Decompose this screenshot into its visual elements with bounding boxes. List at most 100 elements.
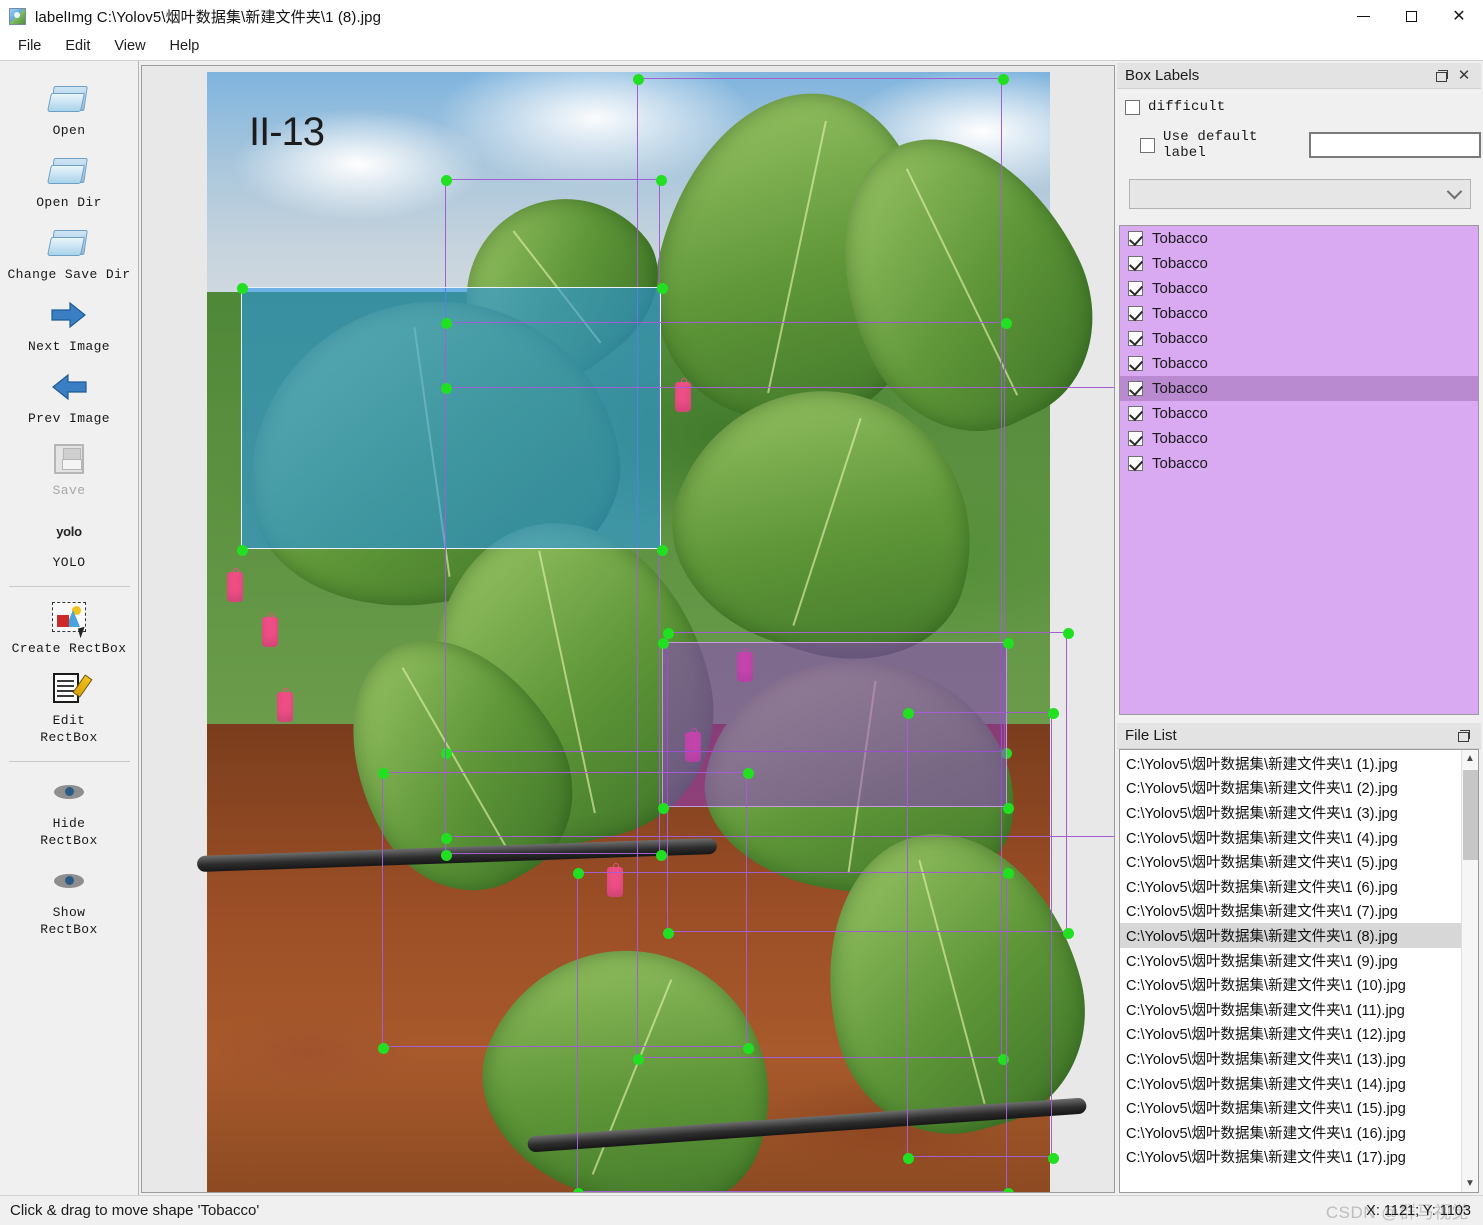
box-label-item[interactable]: Tobacco [1120,251,1478,276]
canvas-frame[interactable]: II-13 [141,65,1115,1193]
bounding-box-vertex[interactable] [1062,927,1074,939]
toolbar-save[interactable]: Save [0,435,138,507]
bounding-box-vertex[interactable] [655,174,667,186]
menu-file[interactable]: File [6,35,53,57]
file-list-float-button[interactable] [1453,725,1475,747]
bounding-box-vertex[interactable] [236,544,248,556]
file-list-item[interactable]: C:\Yolov5\烟叶数据集\新建文件夹\1 (11).jpg [1120,997,1461,1022]
box-label-item[interactable]: Tobacco [1120,226,1478,251]
bounding-box-vertex[interactable] [377,767,389,779]
file-list-item[interactable]: C:\Yolov5\烟叶数据集\新建文件夹\1 (13).jpg [1120,1046,1461,1071]
toolbar-change-save-dir[interactable]: Change Save Dir [0,219,138,291]
file-list-items[interactable]: C:\Yolov5\烟叶数据集\新建文件夹\1 (1).jpg C:\Yolov5… [1120,750,1461,1192]
difficult-checkbox-row[interactable]: difficult [1125,99,1481,115]
annotated-image[interactable]: II-13 [196,67,1114,1192]
bounding-box-vertex[interactable] [657,637,669,649]
box-label-checkbox[interactable] [1128,356,1143,371]
bounding-box-vertex[interactable] [1047,707,1059,719]
file-list-item[interactable]: C:\Yolov5\烟叶数据集\新建文件夹\1 (14).jpg [1120,1071,1461,1096]
box-labels-close-button[interactable]: ✕ [1453,65,1475,87]
box-label-checkbox[interactable] [1128,256,1143,271]
bounding-box-vertex[interactable] [1047,1152,1059,1164]
box-label-checkbox[interactable] [1128,456,1143,471]
bounding-box-vertex[interactable] [1062,627,1074,639]
bounding-box-vertex[interactable] [440,317,452,329]
box-label-item[interactable]: Tobacco [1120,351,1478,376]
toolbar-prev-image[interactable]: Prev Image [0,363,138,435]
bounding-box-vertex[interactable] [902,707,914,719]
toolbar-open-dir[interactable]: Open Dir [0,147,138,219]
close-button[interactable]: ✕ [1435,0,1483,32]
box-label-checkbox[interactable] [1128,306,1143,321]
file-list-item[interactable]: C:\Yolov5\烟叶数据集\新建文件夹\1 (2).jpg [1120,776,1461,801]
default-label-input[interactable] [1309,132,1481,158]
box-label-checkbox[interactable] [1128,406,1143,421]
file-list-item[interactable]: C:\Yolov5\烟叶数据集\新建文件夹\1 (10).jpg [1120,972,1461,997]
box-label-item[interactable]: Tobacco [1120,376,1478,401]
file-list-item[interactable]: C:\Yolov5\烟叶数据集\新建文件夹\1 (7).jpg [1120,899,1461,924]
bounding-box-vertex[interactable] [1002,637,1014,649]
box-label-item[interactable]: Tobacco [1120,276,1478,301]
box-label-item[interactable]: Tobacco [1120,326,1478,351]
box-label-item[interactable]: Tobacco [1120,451,1478,476]
menu-view[interactable]: View [102,35,157,57]
file-list-item[interactable]: C:\Yolov5\烟叶数据集\新建文件夹\1 (6).jpg [1120,874,1461,899]
difficult-checkbox[interactable] [1125,99,1140,115]
file-list-box[interactable]: C:\Yolov5\烟叶数据集\新建文件夹\1 (1).jpg C:\Yolov5… [1119,749,1479,1193]
chevron-down-icon[interactable]: ▼ [1462,1175,1479,1192]
toolbar-edit-rectbox[interactable]: Edit RectBox [0,665,138,754]
box-label-checkbox[interactable] [1128,231,1143,246]
bounding-box-vertex[interactable] [997,73,1009,85]
menu-edit[interactable]: Edit [53,35,102,57]
difficult-row[interactable]: difficult [1117,95,1481,115]
bounding-box-vertex[interactable] [440,382,452,394]
box-label-item[interactable]: Tobacco [1120,301,1478,326]
bounding-box-vertex[interactable] [1000,317,1012,329]
file-list-item[interactable]: C:\Yolov5\烟叶数据集\新建文件夹\1 (1).jpg [1120,751,1461,776]
file-list-item[interactable]: C:\Yolov5\烟叶数据集\新建文件夹\1 (15).jpg [1120,1095,1461,1120]
bounding-box-vertex[interactable] [742,767,754,779]
file-list-scrollbar[interactable]: ▲ ▼ [1461,750,1478,1192]
maximize-button[interactable] [1387,0,1435,32]
toolbar-next-image[interactable]: Next Image [0,291,138,363]
use-default-label-row[interactable]: Use default label [1117,115,1481,161]
use-default-label-checkbox[interactable] [1140,137,1155,153]
box-label-list[interactable]: Tobacco Tobacco Tobacco Tobacco Tobacco Tobac… [1119,225,1479,715]
chevron-up-icon[interactable]: ▲ [1462,750,1479,767]
canvas-area[interactable]: II-13 [139,61,1117,1195]
bounding-box[interactable] [902,707,1059,1164]
file-list-item[interactable]: C:\Yolov5\烟叶数据集\新建文件夹\1 (9).jpg [1120,948,1461,973]
box-label-item[interactable]: Tobacco [1120,401,1478,426]
bounding-box-vertex[interactable] [902,1152,914,1164]
box-label-checkbox[interactable] [1128,431,1143,446]
box-label-checkbox[interactable] [1128,381,1143,396]
file-list-item[interactable]: C:\Yolov5\烟叶数据集\新建文件夹\1 (5).jpg [1120,849,1461,874]
bounding-box-vertex[interactable] [236,282,248,294]
file-list-item[interactable]: C:\Yolov5\烟叶数据集\新建文件夹\1 (12).jpg [1120,1022,1461,1047]
bounding-box-vertex[interactable] [656,282,668,294]
bounding-box-vertex[interactable] [662,627,674,639]
bounding-box-vertex[interactable] [632,73,644,85]
file-list-item[interactable]: C:\Yolov5\烟叶数据集\新建文件夹\1 (16).jpg [1120,1120,1461,1145]
menu-help[interactable]: Help [158,35,212,57]
box-labels-float-button[interactable] [1431,65,1453,87]
box-label-item[interactable]: Tobacco [1120,426,1478,451]
toolbar-show-rectbox[interactable]: Show RectBox [0,857,138,946]
use-default-checkbox-row[interactable]: Use default label [1140,129,1294,161]
bounding-box-vertex[interactable] [1002,1187,1014,1192]
minimize-button[interactable] [1339,0,1387,32]
file-list-item[interactable]: C:\Yolov5\烟叶数据集\新建文件夹\1 (8).jpg [1120,923,1461,948]
toolbar-create-rectbox[interactable]: Create RectBox [0,593,138,665]
file-list-item[interactable]: C:\Yolov5\烟叶数据集\新建文件夹\1 (4).jpg [1120,825,1461,850]
toolbar-yolo-format[interactable]: yolo YOLO [0,507,138,579]
toolbar-open[interactable]: Open [0,75,138,147]
bounding-box-vertex[interactable] [377,1042,389,1054]
box-label-checkbox[interactable] [1128,331,1143,346]
file-list-item[interactable]: C:\Yolov5\烟叶数据集\新建文件夹\1 (17).jpg [1120,1145,1461,1170]
bounding-box-vertex[interactable] [572,1187,584,1192]
box-label-checkbox[interactable] [1128,281,1143,296]
bounding-box-vertex[interactable] [440,174,452,186]
label-combobox[interactable] [1129,179,1471,209]
bounding-box-vertex[interactable] [572,867,584,879]
toolbar-hide-rectbox[interactable]: Hide RectBox [0,768,138,857]
